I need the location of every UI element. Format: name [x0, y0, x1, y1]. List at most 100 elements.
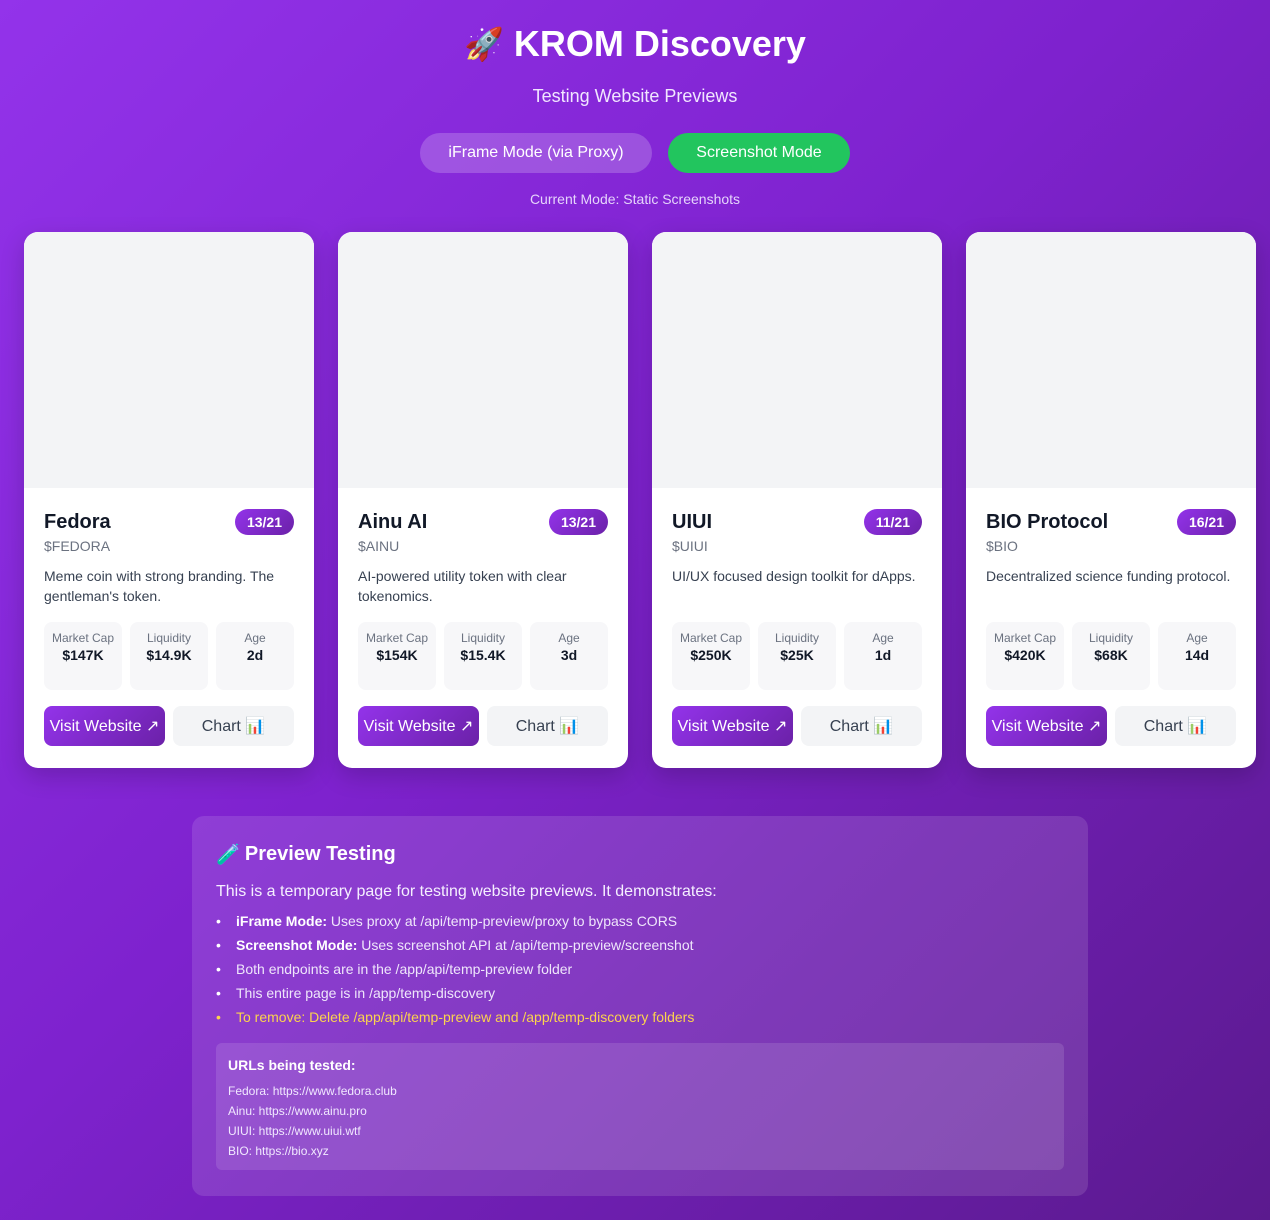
test-tube-icon: 🧪	[216, 844, 241, 866]
score-badge: 13/21	[548, 509, 608, 535]
website-preview	[966, 232, 1256, 488]
website-preview	[652, 232, 942, 488]
urls-list: Fedora: https://www.fedora.club Ainu: ht…	[228, 1081, 1052, 1161]
token-cards: Fedora 13/21 $FEDORA Meme coin with stro…	[24, 232, 1256, 768]
stat-label: Age	[558, 631, 580, 645]
liquidity-stat: Liquidity $14.9K	[130, 622, 208, 690]
token-name: Fedora	[44, 510, 111, 533]
stat-value: 3d	[560, 647, 578, 663]
current-mode-text: Current Mode: Static Screenshots	[529, 191, 741, 207]
item-label: iFrame Mode:	[236, 913, 328, 929]
token-name: BIO Protocol	[986, 510, 1109, 533]
token-ticker: $UIUI	[672, 538, 708, 554]
token-description: Decentralized science funding protocol.	[986, 568, 1231, 584]
token-description: Meme coin with strong branding. The gent…	[44, 568, 275, 604]
page-subtitle: Testing Website Previews	[532, 86, 738, 106]
website-preview	[338, 232, 628, 488]
market-cap-stat: Market Cap $250K	[672, 622, 750, 690]
stat-label: Liquidity	[460, 631, 506, 645]
stat-value: $250K	[690, 647, 732, 663]
page-title: 🚀 KROM Discovery	[0, 24, 1270, 64]
token-name: Ainu AI	[358, 510, 428, 533]
urls-box: URLs being tested: Fedora: https://www.f…	[216, 1043, 1064, 1170]
token-card: Ainu AI 13/21 $AINU AI-powered utility t…	[338, 232, 628, 768]
item-text: Uses proxy at /api/temp-preview/proxy to…	[327, 913, 678, 929]
urls-title: URLs being tested:	[228, 1057, 356, 1073]
info-list: iFrame Mode: Uses proxy at /api/temp-pre…	[216, 909, 1064, 1029]
market-cap-stat: Market Cap $147K	[44, 622, 122, 690]
stat-value: $154K	[376, 647, 418, 663]
market-cap-stat: Market Cap $154K	[358, 622, 436, 690]
item-text: Uses screenshot API at /api/temp-preview…	[357, 937, 694, 953]
visit-website-button[interactable]: Visit Website ↗	[358, 706, 479, 746]
token-stats: Market Cap $420K Liquidity $68K Age 14d	[986, 622, 1236, 690]
score-badge: 11/21	[863, 509, 922, 535]
list-item: This entire page is in /app/temp-discove…	[216, 981, 1064, 1005]
stat-value: 2d	[246, 647, 264, 663]
item-text: Both endpoints are in the /app/api/temp-…	[236, 961, 573, 977]
panel-title: 🧪 Preview Testing	[216, 842, 1064, 867]
panel-title-text: Preview Testing	[244, 843, 396, 865]
stat-value: 14d	[1184, 647, 1210, 663]
token-card: BIO Protocol 16/21 $BIO Decentralized sc…	[966, 232, 1256, 768]
age-stat: Age 14d	[1158, 622, 1236, 690]
chart-button[interactable]: Chart 📊	[1115, 706, 1236, 746]
stat-value: $14.9K	[146, 647, 192, 663]
stat-value: 1d	[874, 647, 892, 663]
visit-website-button[interactable]: Visit Website ↗	[44, 706, 165, 746]
removal-warning: To remove: Delete /app/api/temp-preview …	[216, 1005, 1064, 1029]
age-stat: Age 2d	[216, 622, 294, 690]
stat-label: Age	[244, 631, 266, 645]
mode-switcher: iFrame Mode (via Proxy) Screenshot Mode	[0, 133, 1270, 173]
chart-button[interactable]: Chart 📊	[801, 706, 922, 746]
liquidity-stat: Liquidity $25K	[758, 622, 836, 690]
page-title-text: KROM Discovery	[513, 23, 806, 64]
market-cap-stat: Market Cap $420K	[986, 622, 1064, 690]
url-line: BIO: https://bio.xyz	[228, 1144, 329, 1158]
age-stat: Age 1d	[844, 622, 922, 690]
item-text: This entire page is in /app/temp-discove…	[236, 985, 496, 1001]
list-item: Both endpoints are in the /app/api/temp-…	[216, 957, 1064, 981]
token-card: Fedora 13/21 $FEDORA Meme coin with stro…	[24, 232, 314, 768]
item-label: Screenshot Mode:	[236, 937, 358, 953]
stat-label: Market Cap	[51, 631, 115, 645]
token-stats: Market Cap $147K Liquidity $14.9K Age 2d	[44, 622, 294, 690]
url-line: Fedora: https://www.fedora.club	[228, 1084, 397, 1098]
screenshot-mode-button[interactable]: Screenshot Mode	[668, 133, 850, 173]
chart-button[interactable]: Chart 📊	[173, 706, 294, 746]
panel-intro: This is a temporary page for testing web…	[216, 883, 717, 900]
stat-label: Market Cap	[679, 631, 743, 645]
website-preview	[24, 232, 314, 488]
age-stat: Age 3d	[530, 622, 608, 690]
token-description: AI-powered utility token with clear toke…	[358, 568, 567, 604]
stat-label: Liquidity	[146, 631, 192, 645]
token-ticker: $FEDORA	[44, 538, 111, 554]
stat-label: Age	[872, 631, 894, 645]
token-name: UIUI	[672, 510, 712, 533]
list-item: iFrame Mode: Uses proxy at /api/temp-pre…	[216, 909, 1064, 933]
visit-website-button[interactable]: Visit Website ↗	[672, 706, 793, 746]
page-header: 🚀 KROM Discovery Testing Website Preview…	[0, 0, 1270, 207]
url-line: Ainu: https://www.ainu.pro	[228, 1104, 367, 1118]
stat-value: $25K	[780, 647, 814, 663]
stat-label: Liquidity	[1088, 631, 1134, 645]
item-text: To remove: Delete /app/api/temp-preview …	[236, 1009, 695, 1025]
list-item: Screenshot Mode: Uses screenshot API at …	[216, 933, 1064, 957]
score-badge: 13/21	[234, 509, 294, 535]
liquidity-stat: Liquidity $68K	[1072, 622, 1150, 690]
visit-website-button[interactable]: Visit Website ↗	[986, 706, 1107, 746]
preview-testing-panel: 🧪 Preview Testing This is a temporary pa…	[192, 816, 1088, 1196]
liquidity-stat: Liquidity $15.4K	[444, 622, 522, 690]
iframe-mode-button[interactable]: iFrame Mode (via Proxy)	[420, 133, 652, 173]
token-stats: Market Cap $250K Liquidity $25K Age 1d	[672, 622, 922, 690]
token-stats: Market Cap $154K Liquidity $15.4K Age 3d	[358, 622, 608, 690]
rocket-icon: 🚀	[464, 26, 504, 62]
chart-button[interactable]: Chart 📊	[487, 706, 608, 746]
url-line: UIUI: https://www.uiui.wtf	[228, 1124, 361, 1138]
stat-label: Market Cap	[993, 631, 1057, 645]
stat-value: $68K	[1094, 647, 1128, 663]
stat-value: $15.4K	[460, 647, 506, 663]
token-description: UI/UX focused design toolkit for dApps.	[672, 568, 916, 584]
stat-label: Age	[1186, 631, 1208, 645]
stat-label: Liquidity	[774, 631, 820, 645]
